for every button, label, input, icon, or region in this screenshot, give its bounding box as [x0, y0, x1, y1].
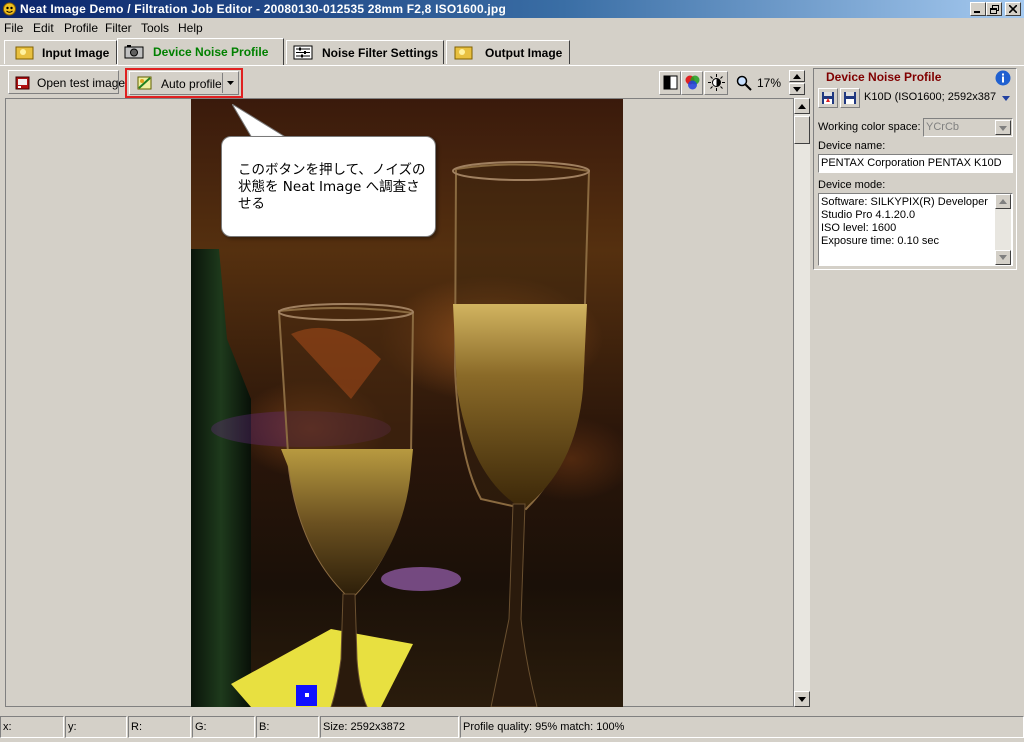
image-icon [15, 46, 34, 60]
menu-help[interactable]: Help [178, 21, 203, 35]
callout-text: このボタンを押して、ノイズの状態を Neat Image へ調査させる [238, 162, 426, 212]
auto-profile-icon [137, 76, 152, 90]
save-icon [844, 92, 856, 104]
status-x: x: [0, 716, 64, 738]
working-color-space-label: Working color space: [818, 121, 921, 133]
chevron-down-icon[interactable] [227, 81, 234, 85]
chevron-down-icon [999, 126, 1007, 131]
menu-profile[interactable]: Profile [64, 21, 98, 35]
info-icon[interactable] [995, 70, 1011, 86]
zoom-icon [736, 75, 752, 91]
close-button[interactable] [1005, 2, 1021, 16]
zoom-in-button[interactable] [789, 70, 805, 82]
open-test-image-button[interactable]: Open test image [8, 70, 125, 94]
camera-icon [124, 45, 144, 59]
vertical-scrollbar[interactable] [794, 98, 810, 707]
chevron-up-icon [798, 103, 806, 109]
device-mode-line: Exposure time: 0.10 sec [821, 235, 940, 247]
split-divider [222, 73, 223, 93]
chevron-up-icon [793, 74, 801, 79]
device-mode-scrollbar[interactable] [995, 194, 1011, 265]
load-icon [822, 92, 834, 104]
save-profile-button[interactable] [840, 88, 860, 108]
tab-divider [0, 65, 1024, 66]
device-mode-line: Studio Pro 4.1.20.0 [821, 209, 916, 221]
profile-select-value: K10D (ISO1600; 2592x387 [864, 91, 997, 103]
brightness-icon [708, 74, 725, 91]
minimize-icon [974, 11, 980, 13]
tab-device-noise-profile[interactable]: Device Noise Profile [117, 38, 284, 65]
sliders-icon [293, 45, 313, 60]
open-test-image-label: Open test image [37, 76, 126, 90]
menu-tools[interactable]: Tools [141, 21, 169, 35]
chevron-down-icon [1002, 96, 1010, 101]
device-mode-label: Device mode: [818, 179, 886, 191]
working-color-space-value: YCrCb [926, 121, 960, 133]
tab-strip: Input Image Device Noise Profile Noise F… [0, 38, 1024, 66]
device-name-field[interactable]: PENTAX Corporation PENTAX K10D [818, 154, 1013, 173]
auto-profile-label: Auto profile [161, 77, 222, 91]
menu-filter[interactable]: Filter [105, 21, 132, 35]
tab-noise-filter-settings[interactable]: Noise Filter Settings [286, 40, 444, 64]
menu-edit[interactable]: Edit [33, 21, 54, 35]
auto-profile-button[interactable]: Auto profile [129, 71, 239, 95]
menu-bar: File Edit Profile Filter Tools Help [0, 19, 1024, 37]
title-bar: Neat Image Demo / Filtration Job Editor … [0, 0, 1024, 18]
zoom-level: 17% [757, 76, 782, 90]
profile-select[interactable]: K10D (ISO1600; 2592x387 [862, 89, 1014, 107]
restore-icon [989, 4, 999, 14]
brightness-button[interactable] [704, 71, 728, 95]
tab-device-noise-profile-label: Device Noise Profile [153, 45, 269, 59]
scroll-up-button[interactable] [794, 98, 810, 114]
tab-input-image-label: Input Image [42, 46, 110, 60]
tab-input-image[interactable]: Input Image [4, 40, 117, 64]
working-color-space-dropdown[interactable] [995, 120, 1011, 135]
zoom-out-button[interactable] [789, 83, 805, 95]
device-mode-scroll-up[interactable] [995, 194, 1011, 209]
chevron-down-icon [798, 696, 806, 702]
status-profile-quality: Profile quality: 95% match: 100% [460, 716, 1024, 738]
channel-view-button[interactable] [659, 71, 681, 95]
restore-button[interactable] [986, 2, 1002, 16]
device-mode-line: Software: SILKYPIX(R) Developer [821, 196, 988, 208]
window-title: Neat Image Demo / Filtration Job Editor … [20, 2, 506, 16]
device-mode-text: Software: SILKYPIX(R) Developer Studio P… [821, 196, 988, 248]
device-name-value: PENTAX Corporation PENTAX K10D [821, 157, 1002, 169]
status-size: Size: 2592x3872 [320, 716, 459, 738]
chevron-up-icon [999, 199, 1007, 204]
chevron-down-icon [793, 87, 801, 92]
device-name-label: Device name: [818, 140, 886, 152]
grayscale-icon [663, 75, 678, 90]
close-icon [1009, 5, 1017, 13]
chevron-down-icon [999, 255, 1007, 260]
image-icon [454, 46, 473, 60]
scroll-thumb[interactable] [794, 116, 810, 144]
minimize-button[interactable] [970, 2, 986, 16]
status-b: B: [256, 716, 319, 738]
device-mode-scroll-down[interactable] [995, 250, 1011, 265]
load-profile-button[interactable] [818, 88, 838, 108]
status-y: y: [65, 716, 127, 738]
status-bar: x: y: R: G: B: Size: 2592x3872 Profile q… [0, 714, 1024, 742]
status-g: G: [192, 716, 255, 738]
neat-image-icon [3, 2, 16, 16]
open-image-icon [15, 76, 30, 90]
working-color-space-select[interactable]: YCrCb [923, 118, 1013, 137]
color-channels-button[interactable] [681, 71, 703, 95]
callout-bubble: このボタンを押して、ノイズの状態を Neat Image へ調査させる [221, 136, 436, 237]
tab-noise-filter-settings-label: Noise Filter Settings [322, 46, 439, 60]
status-r: R: [128, 716, 191, 738]
scroll-down-button[interactable] [794, 691, 810, 707]
rgb-icon [685, 75, 700, 90]
device-noise-profile-panel: Device Noise Profile K10D (ISO1600; 2592… [813, 68, 1017, 270]
panel-header: Device Noise Profile [826, 70, 942, 84]
device-mode-line: ISO level: 1600 [821, 222, 897, 234]
tab-output-image-label: Output Image [485, 46, 563, 60]
device-mode-textarea[interactable]: Software: SILKYPIX(R) Developer Studio P… [818, 193, 1013, 266]
tab-output-image[interactable]: Output Image [446, 40, 570, 64]
menu-file[interactable]: File [4, 21, 23, 35]
